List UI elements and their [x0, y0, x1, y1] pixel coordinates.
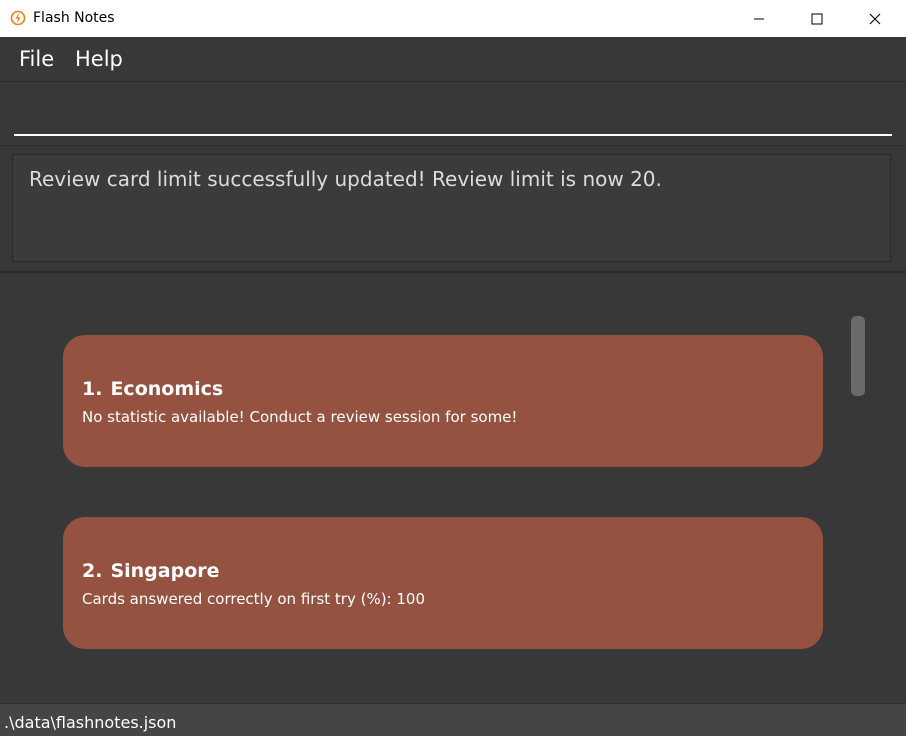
data-file-path: .\data\flashnotes.json — [4, 713, 177, 732]
command-box — [0, 82, 906, 146]
list-scrollbar-thumb[interactable] — [851, 316, 865, 396]
minimize-icon — [754, 18, 764, 19]
flash-lightning-icon — [10, 10, 26, 26]
close-icon — [869, 13, 881, 24]
menu-bar: File Help — [0, 37, 906, 82]
menu-help[interactable]: Help — [75, 37, 123, 81]
deck-title: 2. Singapore — [82, 560, 220, 582]
title-bar[interactable]: Flash Notes — [0, 0, 906, 37]
result-display-panel: Review card limit successfully updated! … — [0, 146, 906, 273]
result-message: Review card limit successfully updated! … — [29, 167, 662, 191]
deck-name: Singapore — [110, 560, 220, 582]
deck-statistic: Cards answered correctly on first try (%… — [82, 590, 426, 608]
deck-name: Economics — [110, 378, 224, 400]
menu-file[interactable]: File — [19, 37, 54, 81]
deck-list-panel[interactable]: 1. Economics No statistic available! Cond… — [0, 273, 906, 703]
deck-index: 2. — [82, 560, 103, 582]
maximize-icon — [811, 13, 823, 24]
status-bar: .\data\flashnotes.json — [0, 703, 906, 736]
close-button[interactable] — [846, 0, 904, 37]
command-input[interactable] — [14, 92, 892, 136]
window-title: Flash Notes — [33, 10, 115, 26]
deck-card[interactable]: 1. Economics No statistic available! Cond… — [63, 335, 823, 467]
deck-index: 1. — [82, 378, 103, 400]
minimize-button[interactable] — [730, 0, 788, 37]
deck-card[interactable]: 2. Singapore Cards answered correctly on … — [63, 517, 823, 649]
deck-title: 1. Economics — [82, 378, 223, 400]
deck-statistic: No statistic available! Conduct a review… — [82, 408, 518, 426]
result-display[interactable]: Review card limit successfully updated! … — [12, 154, 891, 262]
app-window: Flash Notes File Help Review card limit … — [0, 0, 906, 736]
maximize-button[interactable] — [788, 0, 846, 37]
